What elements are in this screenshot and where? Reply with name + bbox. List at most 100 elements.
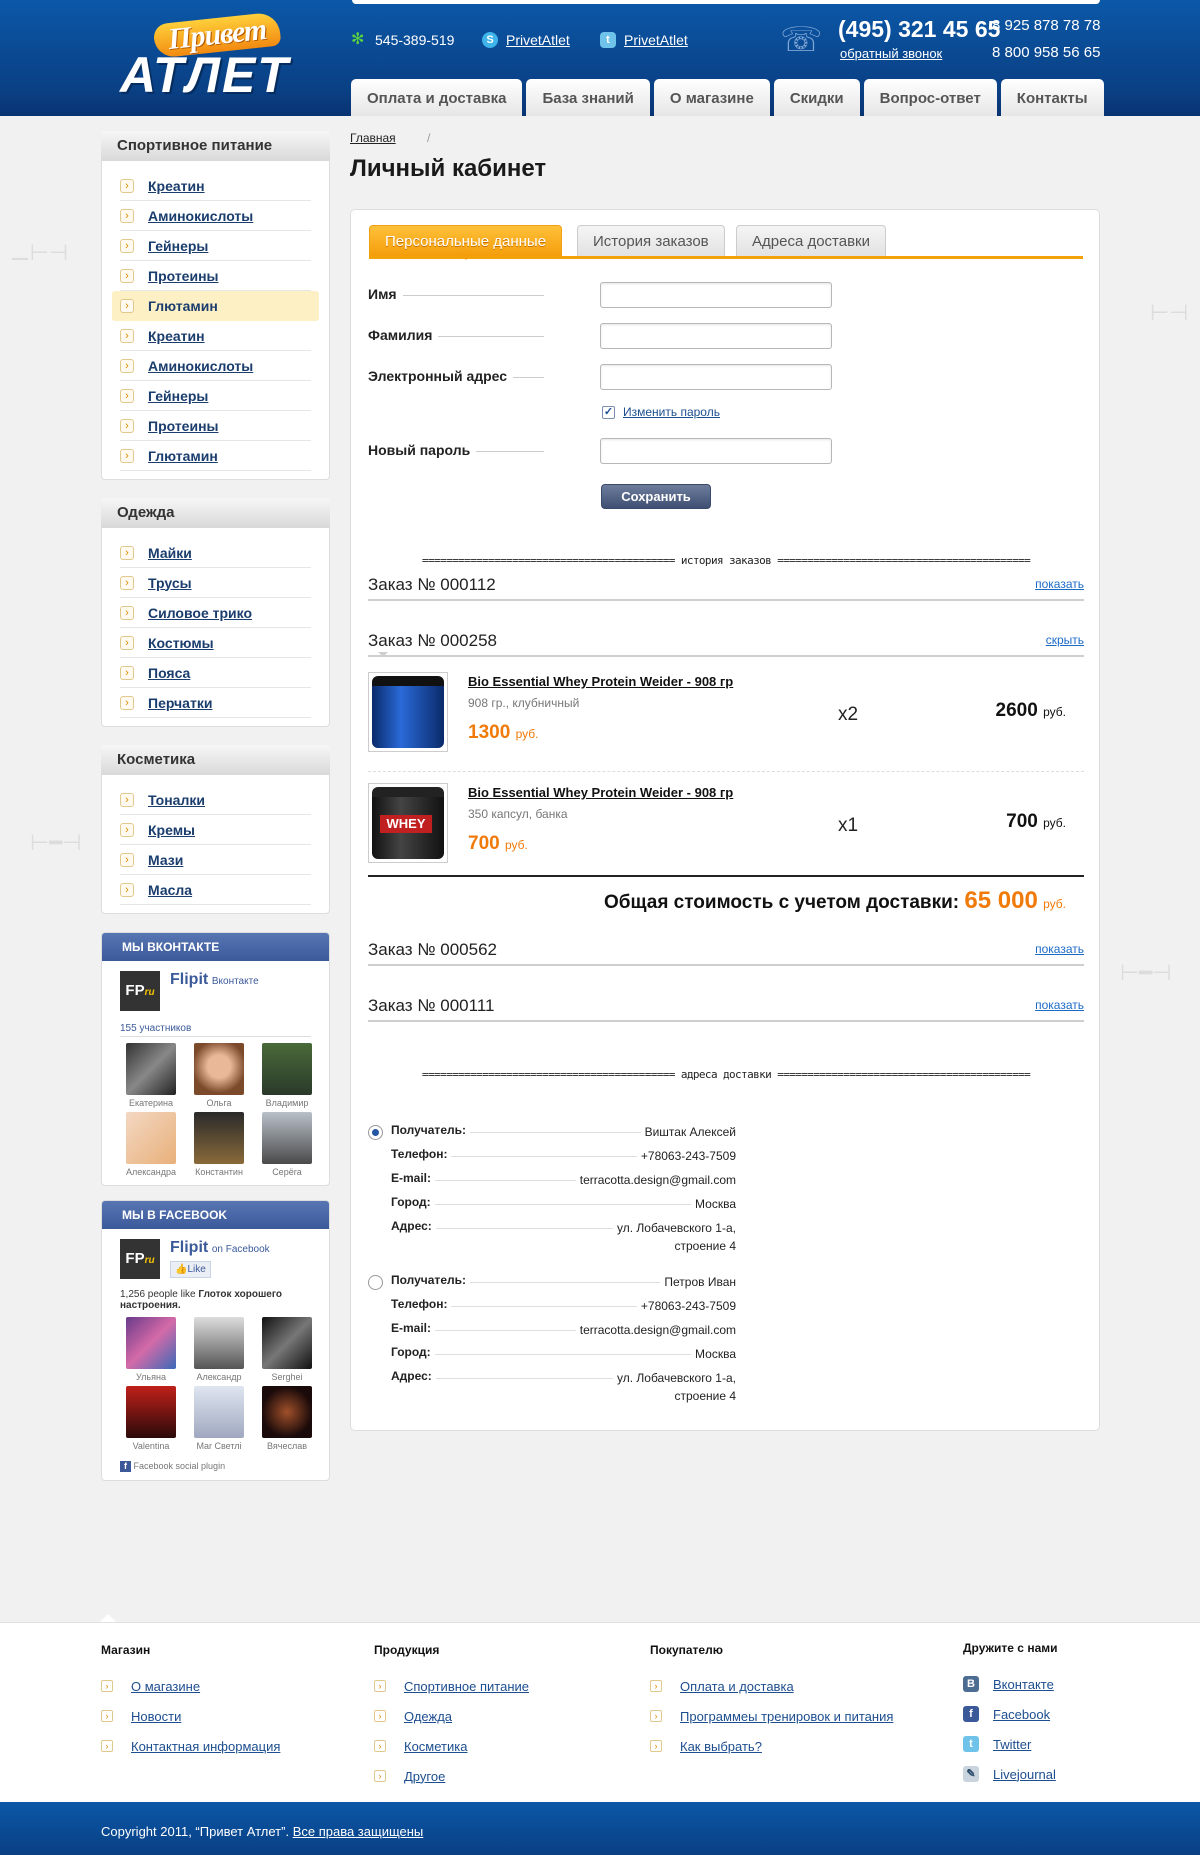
footer-link[interactable]: Facebook	[993, 1707, 1050, 1722]
change-password-checkbox[interactable]: ✓ Изменить пароль	[602, 405, 720, 419]
member-avatar[interactable]: Александра	[117, 1112, 185, 1177]
sidebar-item[interactable]: › Протеины	[120, 261, 311, 291]
fan-avatar[interactable]: Valentina	[117, 1386, 185, 1451]
brand-name[interactable]: Flipit	[170, 971, 208, 988]
flipit-logo[interactable]: FPru	[120, 1239, 160, 1279]
sidebar-item[interactable]: › Перчатки	[120, 688, 311, 718]
skype-link[interactable]: PrivetAtlet	[506, 32, 570, 48]
sidebar-item[interactable]: › Аминокислоты	[120, 201, 311, 231]
sidebar-item[interactable]: › Креатин	[120, 321, 311, 351]
footer-link[interactable]: Одежда	[404, 1709, 452, 1724]
footer-link[interactable]: Вконтакте	[993, 1677, 1054, 1692]
sidebar-item-label[interactable]: Креатин	[148, 328, 205, 344]
breadcrumb-home[interactable]: Главная	[350, 131, 396, 145]
sidebar-item[interactable]: › Трусы	[120, 568, 311, 598]
nav-faq[interactable]: Вопрос-ответ	[863, 79, 997, 116]
footer-link[interactable]: Другое	[404, 1769, 445, 1784]
sidebar-item-label[interactable]: Кремы	[148, 822, 195, 838]
checkmark-icon[interactable]: ✓	[602, 405, 615, 419]
order-show-link[interactable]: показать	[1035, 577, 1084, 591]
sidebar-item-label[interactable]: Глютамин	[148, 298, 218, 314]
footer-link[interactable]: Спортивное питание	[404, 1679, 529, 1694]
fan-avatar[interactable]: Ульяна	[117, 1317, 185, 1382]
sidebar-item-label[interactable]: Трусы	[148, 575, 192, 591]
footer-link[interactable]: Новости	[131, 1709, 181, 1724]
email-field[interactable]	[600, 364, 832, 390]
change-password-link[interactable]: Изменить пароль	[623, 405, 720, 419]
address-radio[interactable]	[368, 1275, 383, 1290]
sidebar-item[interactable]: › Пояса	[120, 658, 311, 688]
footer-link[interactable]: Оплата и доставка	[680, 1679, 794, 1694]
fan-avatar[interactable]: Serghei	[253, 1317, 321, 1382]
callback-link[interactable]: обратный звонок	[840, 46, 942, 61]
nav-discounts[interactable]: Скидки	[773, 79, 860, 116]
member-avatar[interactable]: Екатерина	[117, 1043, 185, 1108]
footer-link[interactable]: Программеы тренировок и питания	[680, 1709, 893, 1724]
nav-knowledge-base[interactable]: База знаний	[526, 79, 650, 116]
sidebar-item-label[interactable]: Мази	[148, 852, 183, 868]
twitter-link[interactable]: PrivetAtlet	[624, 32, 688, 48]
member-avatar[interactable]: Владимир	[253, 1043, 321, 1108]
product-image[interactable]	[368, 672, 448, 752]
nav-payment-delivery[interactable]: Оплата и доставка	[351, 79, 523, 116]
sidebar-item-label[interactable]: Масла	[148, 882, 192, 898]
sidebar-item[interactable]: › Глютамин	[120, 441, 311, 471]
sidebar-item-label[interactable]: Креатин	[148, 178, 205, 194]
sidebar-item-label[interactable]: Аминокислоты	[148, 208, 253, 224]
sidebar-item-active[interactable]: › Глютамин	[112, 291, 319, 321]
footer-link[interactable]: Как выбрать?	[680, 1739, 762, 1754]
sidebar-item[interactable]: › Гейнеры	[120, 231, 311, 261]
nav-contacts[interactable]: Контакты	[1000, 79, 1104, 116]
save-button[interactable]: Сохранить	[601, 484, 711, 509]
product-name-link[interactable]: Bio Essential Whey Protein Weider - 908 …	[468, 674, 733, 689]
fan-avatar[interactable]: Александр	[185, 1317, 253, 1382]
last-name-field[interactable]	[600, 323, 832, 349]
sidebar-item[interactable]: › Майки	[120, 538, 311, 568]
sidebar-item-label[interactable]: Майки	[148, 545, 192, 561]
sidebar-item[interactable]: › Гейнеры	[120, 381, 311, 411]
member-avatar[interactable]: Серёга	[253, 1112, 321, 1177]
sidebar-item[interactable]: › Тоналки	[120, 785, 311, 815]
footer-link[interactable]: Livejournal	[993, 1767, 1056, 1782]
sidebar-item-label[interactable]: Протеины	[148, 268, 218, 284]
address-radio-selected[interactable]	[368, 1125, 383, 1140]
sidebar-item[interactable]: › Костюмы	[120, 628, 311, 658]
tab-order-history[interactable]: История заказов	[577, 225, 725, 256]
product-name-link[interactable]: Bio Essential Whey Protein Weider - 908 …	[468, 785, 733, 800]
sidebar-item[interactable]: › Мази	[120, 845, 311, 875]
flipit-logo[interactable]: FPru	[120, 971, 160, 1011]
order-show-link[interactable]: показать	[1035, 942, 1084, 956]
product-image[interactable]: WHEY	[368, 783, 448, 863]
sidebar-item-label[interactable]: Перчатки	[148, 695, 212, 711]
member-avatar[interactable]: Константин	[185, 1112, 253, 1177]
sidebar-item-label[interactable]: Силовое трико	[148, 605, 252, 621]
brand-name[interactable]: Flipit	[170, 1239, 208, 1256]
footer-link[interactable]: О магазине	[131, 1679, 200, 1694]
sidebar-item[interactable]: › Масла	[120, 875, 311, 905]
footer-link[interactable]: Twitter	[993, 1737, 1031, 1752]
fan-avatar[interactable]: Вячеслав	[253, 1386, 321, 1451]
sidebar-item-label[interactable]: Костюмы	[148, 635, 214, 651]
fb-social-plugin[interactable]: f Facebook social plugin	[102, 1459, 329, 1480]
new-password-field[interactable]	[600, 438, 832, 464]
sidebar-item[interactable]: › Кремы	[120, 815, 311, 845]
member-avatar[interactable]: Ольга	[185, 1043, 253, 1108]
fan-avatar[interactable]: Mar Светлі	[185, 1386, 253, 1451]
sidebar-item[interactable]: › Креатин	[120, 171, 311, 201]
order-hide-link[interactable]: скрыть	[1046, 633, 1084, 647]
sidebar-item-label[interactable]: Глютамин	[148, 448, 218, 464]
rights-link[interactable]: Все права защищены	[293, 1824, 424, 1839]
sidebar-item[interactable]: › Силовое трико	[120, 598, 311, 628]
order-show-link[interactable]: показать	[1035, 998, 1084, 1012]
sidebar-item-label[interactable]: Гейнеры	[148, 388, 208, 404]
sidebar-item-label[interactable]: Аминокислоты	[148, 358, 253, 374]
sidebar-item-label[interactable]: Протеины	[148, 418, 218, 434]
tab-delivery-addresses[interactable]: Адреса доставки	[736, 225, 887, 256]
sidebar-item-label[interactable]: Тоналки	[148, 792, 205, 808]
sidebar-item-label[interactable]: Пояса	[148, 665, 190, 681]
sidebar-item[interactable]: › Аминокислоты	[120, 351, 311, 381]
site-logo[interactable]: Привет АТЛЕТ	[118, 11, 308, 100]
first-name-field[interactable]	[600, 282, 832, 308]
sidebar-item-label[interactable]: Гейнеры	[148, 238, 208, 254]
footer-link[interactable]: Контактная информация	[131, 1739, 280, 1754]
